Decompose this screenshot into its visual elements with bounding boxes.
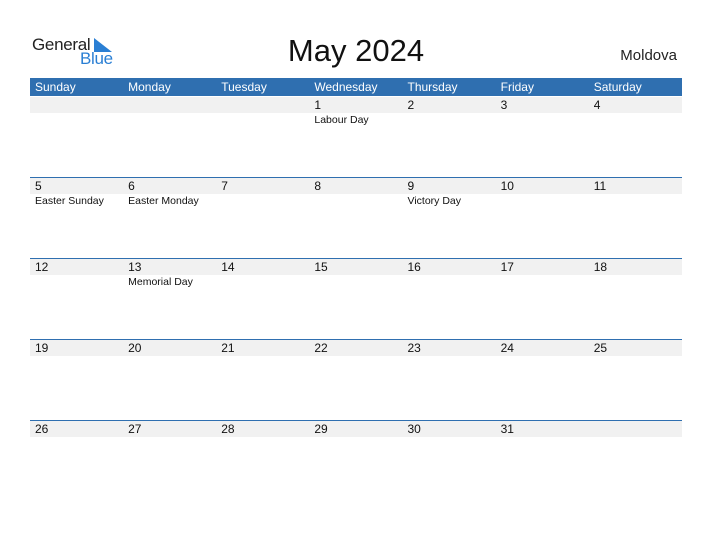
day-number: 8	[314, 179, 322, 193]
day-number: 23	[407, 341, 421, 355]
day-number: 25	[593, 341, 608, 355]
day-number: 15	[314, 260, 328, 274]
holiday-label: Memorial Day	[128, 276, 193, 288]
holiday-label	[496, 113, 589, 127]
holiday-label	[30, 113, 123, 127]
day-number: 10	[500, 179, 514, 193]
day-number: 20	[128, 341, 142, 355]
date-row: 26 27 28 29 30 31	[30, 421, 682, 437]
events-row: Labour Day	[30, 113, 682, 127]
weekday-header: Sunday Monday Tuesday Wednesday Thursday…	[30, 78, 682, 96]
day-number: 3	[500, 98, 508, 112]
day-number	[30, 97, 123, 113]
day-number: 29	[314, 422, 328, 436]
holiday-label	[309, 275, 402, 289]
day-number: 21	[221, 341, 235, 355]
day-number: 13	[128, 260, 142, 274]
holiday-label	[309, 194, 402, 208]
weekday-saturday: Saturday	[593, 80, 642, 94]
holiday-label	[216, 275, 309, 289]
day-number: 14	[221, 260, 235, 274]
day-number: 12	[35, 260, 49, 274]
day-number: 1	[314, 98, 322, 112]
holiday-label	[403, 113, 496, 127]
day-number	[123, 97, 216, 113]
day-number	[589, 421, 682, 437]
holiday-label	[589, 113, 682, 127]
holiday-label	[216, 194, 309, 208]
holiday-label	[496, 275, 589, 289]
week-row: 5 6 7 8 9 10 11 Easter Sunday Easter Monday Victo…	[30, 177, 682, 208]
events-row: Memorial Day	[30, 275, 682, 289]
day-number: 30	[407, 422, 421, 436]
holiday-label	[496, 194, 589, 208]
date-row: 1 2 3 4	[30, 97, 682, 113]
weekday-tuesday: Tuesday	[221, 80, 267, 94]
holiday-label: Victory Day	[407, 195, 462, 207]
weekday-sunday: Sunday	[35, 80, 76, 94]
holiday-label: Labour Day	[314, 114, 369, 126]
holiday-label	[589, 194, 682, 208]
day-number: 2	[407, 98, 415, 112]
week-row: 1 2 3 4 Labour Day	[30, 97, 682, 127]
day-number: 28	[221, 422, 235, 436]
week-row: 19 20 21 22 23 24 25	[30, 339, 682, 356]
day-number: 27	[128, 422, 142, 436]
day-number	[216, 97, 309, 113]
page-title: May 2024	[287, 33, 425, 68]
week-row: 12 13 14 15 16 17 18 Memorial Day	[30, 258, 682, 289]
day-number: 7	[221, 179, 228, 193]
holiday-label: Easter Sunday	[35, 195, 104, 207]
day-number: 24	[500, 341, 514, 355]
day-number: 19	[35, 341, 49, 355]
day-number: 26	[35, 422, 49, 436]
weekday-wednesday: Wednesday	[314, 80, 378, 94]
day-number: 11	[593, 179, 607, 193]
weekday-friday: Friday	[500, 80, 534, 94]
date-row: 12 13 14 15 16 17 18	[30, 259, 682, 275]
day-number: 5	[35, 179, 42, 193]
holiday-label	[403, 275, 496, 289]
date-row: 5 6 7 8 9 10 11	[30, 178, 682, 194]
week-row: 26 27 28 29 30 31	[30, 420, 682, 437]
country-label: Moldova	[620, 47, 677, 64]
day-number: 9	[407, 179, 415, 193]
day-number: 22	[314, 341, 328, 355]
day-number: 4	[593, 98, 601, 112]
holiday-label	[589, 275, 682, 289]
holiday-label	[216, 113, 309, 127]
day-number: 17	[500, 260, 514, 274]
holiday-label	[30, 275, 123, 289]
day-number: 16	[407, 260, 421, 274]
day-number: 31	[500, 422, 514, 436]
day-number: 18	[593, 260, 608, 274]
day-number: 6	[128, 179, 135, 193]
date-row: 19 20 21 22 23 24 25	[30, 340, 682, 356]
weekday-monday: Monday	[128, 80, 171, 94]
events-row: Easter Sunday Easter Monday Victory Day	[30, 194, 682, 208]
holiday-label: Easter Monday	[128, 195, 199, 207]
holiday-label	[123, 113, 216, 127]
weekday-thursday: Thursday	[407, 80, 458, 94]
